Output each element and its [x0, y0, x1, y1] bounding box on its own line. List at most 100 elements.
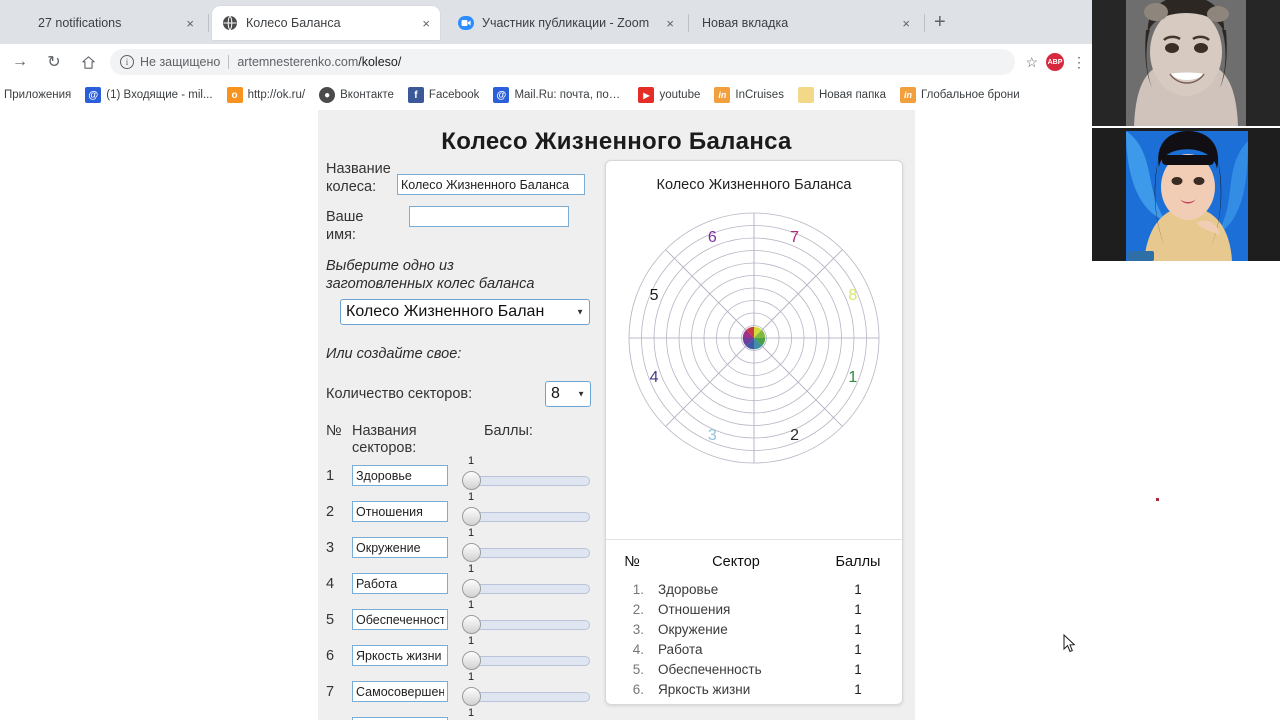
slider-track[interactable] [472, 619, 590, 630]
browser-toolbar: → ↻ i Не защищено artemnesterenko.com/ko… [0, 44, 1092, 80]
adblock-extension-icon[interactable]: ABP [1046, 53, 1064, 71]
preset-wheel-value: Колесо Жизненного Балан [346, 302, 545, 320]
forward-icon[interactable]: → [6, 48, 34, 76]
bookmark-star-icon[interactable]: ☆ [1025, 54, 1038, 71]
header-sector-names: Названия секторов: [352, 422, 417, 457]
bookmark-label: Новая папка [818, 89, 886, 101]
sector-name-input[interactable] [352, 573, 448, 595]
your-name-input[interactable] [409, 206, 569, 228]
row-points: 1 [854, 602, 862, 617]
bookmark-mailru[interactable]: @ Mail.Ru: почта, пои... [493, 87, 624, 103]
slider-track[interactable] [472, 655, 590, 666]
slider-thumb[interactable] [462, 470, 481, 490]
sector-row: 61 [326, 635, 604, 674]
sector-points-slider[interactable]: 1 [462, 527, 590, 563]
bookmark-ok-ru[interactable]: о http://ok.ru/ [226, 87, 305, 103]
chevron-down-icon: ▼ [576, 307, 584, 317]
row-sector-name: Окружение [658, 622, 728, 637]
tab-label: 27 notifications [38, 16, 122, 30]
slider-thumb[interactable] [462, 614, 481, 634]
tab-close-icon[interactable]: × [666, 17, 674, 30]
sector-name-input[interactable] [352, 645, 448, 667]
wheel-name-input[interactable] [397, 174, 585, 195]
slider-track[interactable] [472, 547, 590, 558]
webcam-thumbnail-2[interactable] [1092, 128, 1280, 261]
balance-wheel-chart[interactable]: 1 2 3 4 5 6 7 8 [619, 203, 889, 473]
webcam-thumbnail-1[interactable] [1092, 0, 1280, 126]
sector-points-slider[interactable]: 1 [462, 455, 590, 491]
bookmark-new-folder[interactable]: Новая папка [797, 87, 886, 103]
row-points: 1 [854, 642, 862, 657]
tab-separator [924, 14, 925, 32]
browser-menu-icon[interactable]: ⋮ [1072, 54, 1086, 71]
tab-close-icon[interactable]: × [186, 17, 194, 30]
sector-points-slider[interactable]: 1 [462, 491, 590, 527]
sector-name-input[interactable] [352, 501, 448, 523]
tab-koleso-balansa[interactable]: Колесо Баланса × [212, 6, 440, 40]
sector-count-select[interactable]: 8 ▼ [545, 380, 591, 407]
your-name-label: Ваше имя: [326, 209, 364, 244]
bookmark-label: Вконтакте [340, 89, 394, 101]
screen: 27 notifications × Колесо Баланса × Учас… [0, 0, 1280, 720]
tab-zoom-participant[interactable]: Участник публикации - Zoom × [448, 6, 684, 40]
center-color-wheel [742, 326, 766, 350]
bookmark-apps[interactable]: Приложения [4, 89, 71, 101]
results-rows: 1. Здоровье 1 2. Отношения 1 3. Окружение 1 4. Раб… [606, 580, 902, 700]
sector-row-number: 4 [326, 575, 335, 592]
slider-track[interactable] [472, 511, 590, 522]
slider-track[interactable] [472, 475, 590, 486]
slider-track[interactable] [472, 691, 590, 702]
preset-wheel-select[interactable]: Колесо Жизненного Балан ▼ [340, 298, 590, 325]
reload-icon[interactable]: ↻ [40, 48, 68, 76]
sector-row: 31 [326, 527, 604, 566]
wheel-card: Колесо Жизненного Баланса 1 2 3 4 5 6 7 8 № Сек… [605, 160, 903, 705]
linkedin-icon: in [714, 87, 731, 103]
bookmark-global-booking[interactable]: in Глобальное брони [899, 87, 1020, 103]
tab-close-icon[interactable]: × [902, 17, 910, 30]
sector-points-slider[interactable]: 1 [462, 671, 590, 707]
your-name-row: Ваше имя: [326, 206, 604, 244]
sector-count-row: Количество секторов: 8 ▼ [326, 380, 604, 407]
bookmark-youtube[interactable]: ▶ youtube [638, 87, 700, 103]
info-icon[interactable]: i [120, 55, 134, 69]
tab-new-tab[interactable]: Новая вкладка × [692, 6, 920, 40]
tab-label: Участник публикации - Zoom [482, 16, 650, 30]
table-row: 4. Работа 1 [606, 640, 902, 660]
sector-name-input[interactable] [352, 537, 448, 559]
slider-thumb[interactable] [462, 650, 481, 670]
sector-name-input[interactable] [352, 681, 448, 703]
slider-track[interactable] [472, 583, 590, 594]
sector-points-slider[interactable]: 1 [462, 599, 590, 635]
tab-27-notifications[interactable]: 27 notifications × [4, 6, 204, 40]
table-row: 5. Обеспеченность 1 [606, 660, 902, 680]
new-tab-button[interactable]: + [934, 12, 946, 32]
sector-points-slider[interactable]: 1 [462, 635, 590, 671]
security-status: Не защищено [140, 55, 221, 69]
bookmark-label: Глобальное брони [920, 89, 1020, 101]
table-row: 6. Яркость жизни 1 [606, 680, 902, 700]
bookmark-inbox[interactable]: @ (1) Входящие - mil... [85, 87, 213, 103]
sector-points-slider[interactable]: 1 [462, 563, 590, 599]
globe-icon [222, 15, 238, 31]
tab-close-icon[interactable]: × [422, 17, 430, 30]
slider-thumb[interactable] [462, 542, 481, 562]
sector-points-value: 1 [468, 454, 475, 467]
wheel-name-label: Название колеса: [326, 161, 391, 196]
sector-count-label: Количество секторов: [326, 385, 473, 402]
sector-row: 81 [326, 707, 604, 720]
wheel-svg [628, 212, 880, 464]
row-number: 2. [632, 602, 644, 617]
bookmark-facebook[interactable]: f Facebook [407, 87, 479, 103]
home-icon[interactable] [74, 48, 102, 76]
results-header-points: Баллы [835, 554, 881, 570]
slider-thumb[interactable] [462, 506, 481, 526]
address-bar[interactable]: i Не защищено artemnesterenko.com/koleso… [110, 49, 1016, 75]
slider-thumb[interactable] [462, 578, 481, 598]
sector-points-value: 1 [468, 670, 475, 683]
bookmark-vkontakte[interactable]: ● Вконтакте [319, 87, 394, 103]
slider-thumb[interactable] [462, 686, 481, 706]
sector-name-input[interactable] [352, 609, 448, 631]
bookmark-incruises[interactable]: in InCruises [714, 87, 784, 103]
sector-name-input[interactable] [352, 465, 448, 487]
sector-points-slider[interactable]: 1 [462, 707, 590, 720]
